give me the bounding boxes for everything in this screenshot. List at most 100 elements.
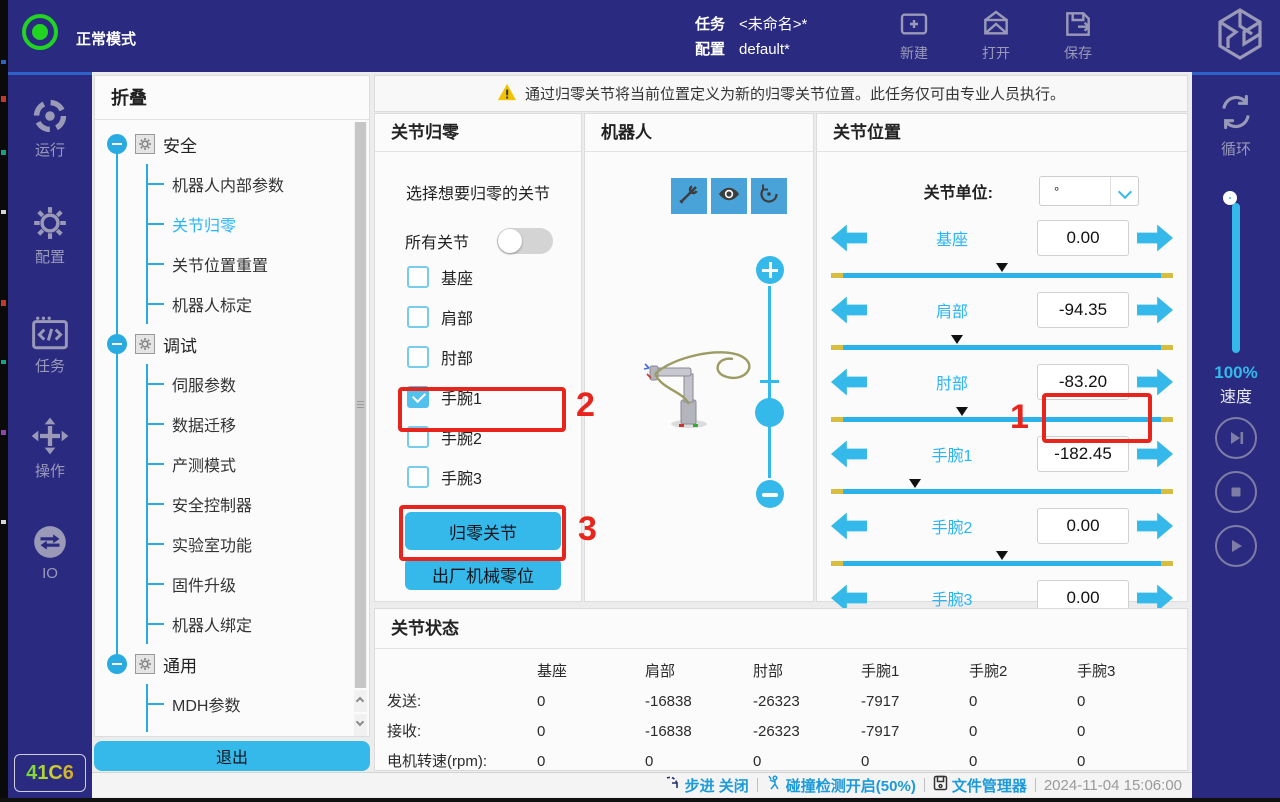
position-panel-title: 关节位置	[817, 114, 1187, 152]
topbar: 正常模式 任务<未命名>* 配置default* 新建 打开 保存	[0, 0, 1280, 72]
task-value: <未命名>*	[739, 12, 807, 37]
stop-button[interactable]	[1215, 471, 1257, 513]
joint-row-base: 基座 0.00	[831, 220, 1173, 278]
io-icon	[8, 523, 92, 561]
jog-minus-button[interactable]	[831, 297, 867, 324]
joint-slider-marker[interactable]	[909, 479, 921, 494]
checkbox-wrist2[interactable]	[407, 426, 429, 448]
tree-header[interactable]: 折叠	[95, 76, 369, 120]
tree-group-safety[interactable]: 安全	[95, 124, 369, 164]
tree-item-lab-features[interactable]: 实验室功能	[148, 524, 369, 564]
tools-button[interactable]	[671, 178, 707, 214]
checkbox-row-wrist2: 手腕2	[407, 426, 581, 448]
zoom-out-button[interactable]	[756, 480, 784, 508]
save-icon	[1052, 8, 1104, 40]
robot-3d-view[interactable]	[641, 344, 767, 441]
config-icon	[8, 204, 92, 242]
tree-item-data-migration[interactable]: 数据迁移	[148, 404, 369, 444]
new-button[interactable]: 新建	[888, 8, 940, 63]
sidebar-item-operate[interactable]: 操作	[8, 416, 92, 481]
jog-plus-button[interactable]	[1137, 225, 1173, 252]
joint-value-field[interactable]: -182.45	[1037, 436, 1129, 472]
tree-item-joint-zeroing[interactable]: 关节归零	[148, 204, 369, 244]
zoom-in-button[interactable]	[756, 256, 784, 284]
status-panel-title: 关节状态	[375, 609, 1187, 649]
jog-minus-button[interactable]	[831, 513, 867, 540]
joint-value-field[interactable]: -83.20	[1037, 364, 1129, 400]
joint-slider[interactable]	[831, 273, 1173, 278]
eye-icon	[716, 182, 742, 211]
scroll-down-button[interactable]	[354, 714, 367, 736]
collapse-icon[interactable]	[107, 334, 127, 354]
checkbox-wrist1[interactable]	[407, 386, 429, 408]
sidebar-item-run[interactable]: 运行	[8, 97, 92, 160]
jog-minus-button[interactable]	[831, 225, 867, 252]
file-manager-link[interactable]: 文件管理器	[933, 775, 1027, 796]
tree-scrollbar[interactable]	[354, 122, 367, 688]
jog-plus-button[interactable]	[1137, 297, 1173, 324]
jog-plus-button[interactable]	[1137, 369, 1173, 396]
speed-slider[interactable]	[1232, 203, 1240, 353]
datetime-display: 2024-11-04 15:06:00	[1044, 777, 1182, 794]
all-joints-toggle[interactable]	[497, 228, 553, 254]
joint-slider[interactable]	[831, 345, 1173, 350]
tree-item-robot-internal-params[interactable]: 机器人内部参数	[148, 164, 369, 204]
checkbox-shoulder[interactable]	[407, 306, 429, 328]
visibility-button[interactable]	[711, 178, 747, 214]
rotate-view-icon	[757, 182, 781, 211]
joint-slider-marker[interactable]	[956, 407, 968, 422]
save-button[interactable]: 保存	[1052, 8, 1104, 63]
collapse-icon[interactable]	[107, 134, 127, 154]
open-button[interactable]: 打开	[970, 8, 1022, 63]
checkbox-base[interactable]	[407, 266, 429, 288]
exit-button[interactable]: 退出	[94, 741, 370, 771]
step-mode-indicator[interactable]: 步进 关闭	[665, 775, 749, 796]
checkbox-wrist3[interactable]	[407, 466, 429, 488]
scroll-up-button[interactable]	[354, 690, 367, 712]
tree-group-general[interactable]: 通用	[95, 644, 369, 684]
sidebar-item-task[interactable]: 任务	[8, 315, 92, 376]
unit-dropdown[interactable]: °	[1039, 176, 1139, 206]
tree-scrollbar-thumb[interactable]	[355, 122, 366, 688]
joint-slider[interactable]	[831, 561, 1173, 566]
tree-item-joint-position-reset[interactable]: 关节位置重置	[148, 244, 369, 284]
rotate-view-button[interactable]	[751, 178, 787, 214]
gear-icon	[135, 134, 155, 154]
tree-item-production-test[interactable]: 产测模式	[148, 444, 369, 484]
joint-slider-marker[interactable]	[996, 263, 1008, 278]
checkbox-elbow[interactable]	[407, 346, 429, 368]
table-cell: -16838	[645, 687, 753, 717]
row-label: 接收:	[387, 717, 537, 747]
joint-slider-marker[interactable]	[951, 335, 963, 350]
table-cell: 0	[969, 687, 1077, 717]
tree-item-robot-binding[interactable]: 机器人绑定	[148, 604, 369, 644]
jog-plus-button[interactable]	[1137, 513, 1173, 540]
collision-detection-indicator[interactable]: 碰撞检测开启(50%)	[766, 775, 916, 796]
step-next-button[interactable]	[1215, 417, 1257, 459]
sidebar-item-config[interactable]: 配置	[8, 204, 92, 267]
tree-item-safety-controller[interactable]: 安全控制器	[148, 484, 369, 524]
play-button[interactable]	[1215, 525, 1257, 567]
zero-joints-button[interactable]: 归零关节	[405, 512, 561, 550]
factory-zero-button[interactable]: 出厂机械零位	[405, 558, 561, 590]
robot-panel-title: 机器人	[585, 114, 813, 152]
joint-slider[interactable]	[831, 489, 1173, 494]
joint-slider-marker[interactable]	[996, 551, 1008, 566]
jog-plus-button[interactable]	[1137, 441, 1173, 468]
tree-item-robot-calibration[interactable]: 机器人标定	[148, 284, 369, 324]
joint-slider[interactable]	[831, 417, 1173, 422]
jog-minus-button[interactable]	[831, 441, 867, 468]
sidebar-item-loop[interactable]: 循环	[1192, 93, 1280, 159]
speed-slider-handle[interactable]	[1223, 191, 1237, 205]
tree-item-mdh-params[interactable]: MDH参数	[148, 684, 369, 724]
tree-group-debug[interactable]: 调试	[95, 324, 369, 364]
joint-value-field[interactable]: -94.35	[1037, 292, 1129, 328]
tree-item-firmware-upgrade[interactable]: 固件升级	[148, 564, 369, 604]
collapse-icon[interactable]	[107, 654, 127, 674]
config-tree-panel: 折叠 安全 机器人内部参数 关节归零 关节位置重置 机器人标定 调试 伺服参数 …	[94, 75, 370, 737]
joint-value-field[interactable]: 0.00	[1037, 220, 1129, 256]
jog-minus-button[interactable]	[831, 369, 867, 396]
tree-item-servo-params[interactable]: 伺服参数	[148, 364, 369, 404]
joint-value-field[interactable]: 0.00	[1037, 508, 1129, 544]
sidebar-item-io[interactable]: IO	[8, 523, 92, 582]
